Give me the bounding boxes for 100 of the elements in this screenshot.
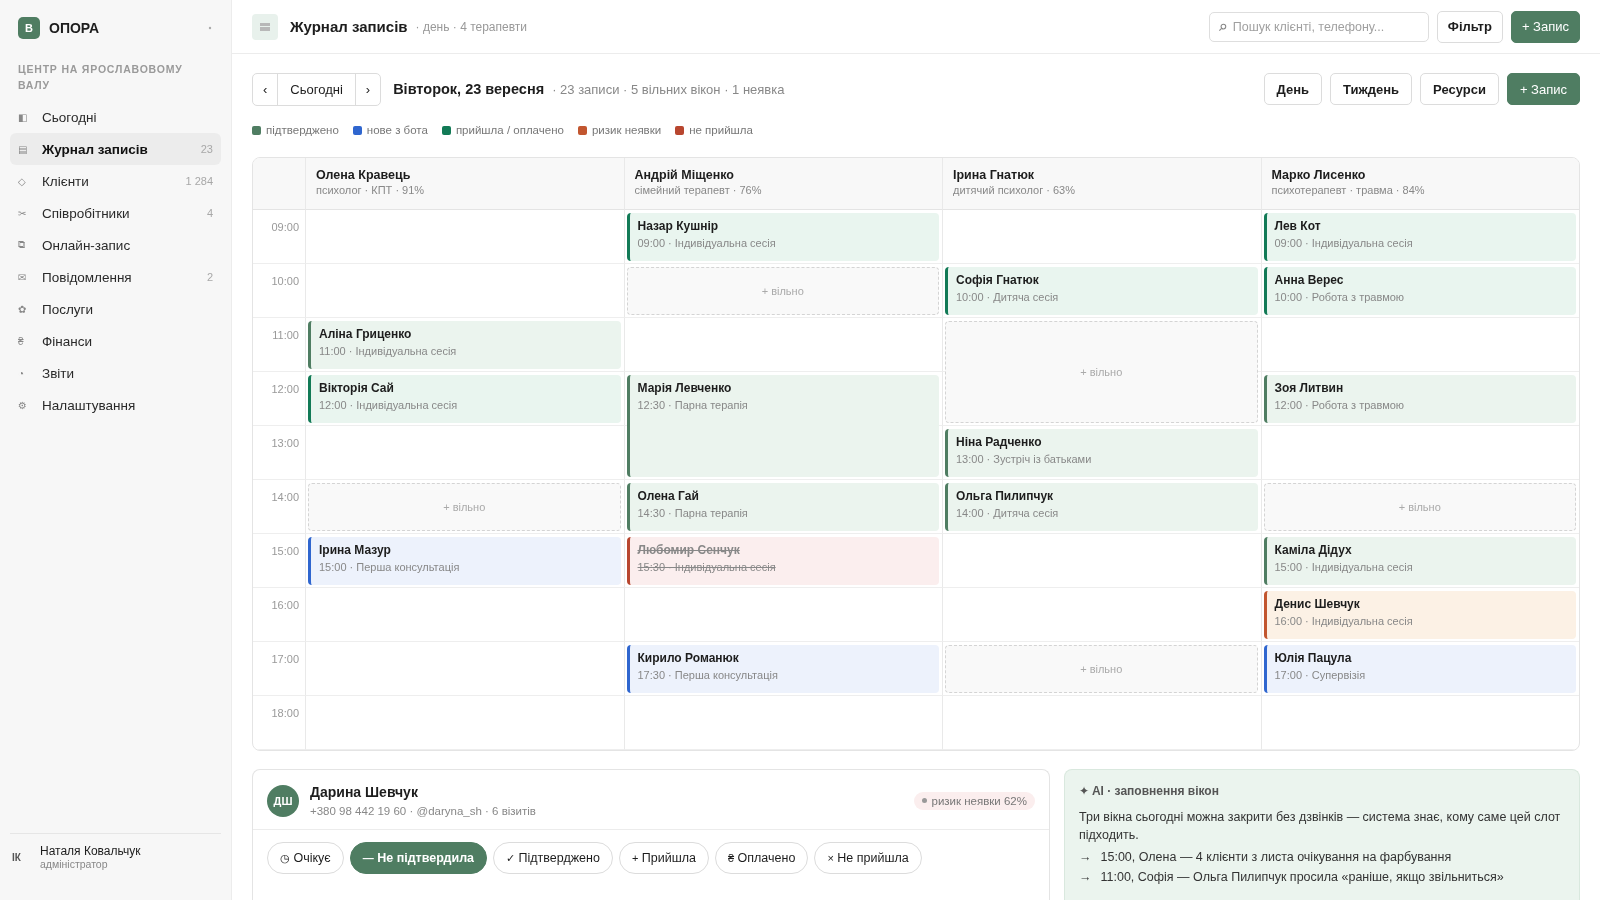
client-name: Денис Шевчук: [1274, 597, 1361, 611]
nav-label: Налаштування: [42, 397, 137, 413]
legend-label: прийшла / оплачено: [455, 124, 564, 136]
nav-label: Журнал записів: [42, 141, 149, 157]
nav-label: Онлайн-запис: [42, 237, 132, 253]
appointment-detail: 16:00 · Індивідуальна сесія: [1274, 615, 1414, 627]
sidebar-item[interactable]: ✂ Співробітники 4: [10, 197, 221, 229]
client-name: Юлія Пацула: [1274, 651, 1353, 665]
add-button[interactable]: + Запис: [1510, 10, 1580, 43]
status-button[interactable]: ◷ Очікує: [267, 842, 344, 874]
client-name: Каміла Дідух: [1274, 543, 1353, 557]
previous-button[interactable]: ‹: [253, 73, 278, 105]
legend-label: не прийшла: [689, 124, 753, 136]
appointment-card[interactable]: Анна Верес 10:00 · Робота з травмою: [1263, 267, 1576, 315]
nav-label: Клієнти: [42, 173, 90, 189]
client-name: Софія Гнатюк: [956, 273, 1040, 287]
suggestion[interactable]: → 15:00, Олена — 4 клієнти з листа очікування на фарбування: [1079, 850, 1565, 864]
journal-icon: [252, 13, 278, 40]
status-button[interactable]: ✓ Підтверджено: [493, 842, 613, 874]
client-name: Ольга Пилипчук: [956, 489, 1055, 503]
time-label: 17:00: [271, 653, 299, 665]
sidebar-item[interactable]: ◔ Звіти: [10, 357, 221, 389]
count: 23: [200, 143, 213, 155]
appointment-card[interactable]: Лев Кот 09:00 · Індивідуальна сесія: [1263, 213, 1576, 261]
logo: В: [18, 17, 40, 39]
nav-icon: ◇: [18, 175, 42, 187]
sidebar-item[interactable]: ◇ Клієнти 1 284: [10, 165, 221, 197]
badge-label: ризик неявки 62%: [931, 794, 1027, 807]
time-label: 11:00: [272, 329, 299, 341]
appointment-detail: 15:30 · Індивідуальна сесія: [637, 561, 777, 573]
appointment-detail: 11:00 · Індивідуальна сесія: [319, 345, 458, 357]
nav-label: Послуги: [42, 301, 95, 317]
panel-title: ✦ AI · заповнення вікон: [1079, 784, 1220, 798]
sidebar-item[interactable]: ₴ Фінанси: [10, 325, 221, 357]
status-button[interactable]: ₴ Оплачено: [715, 842, 809, 874]
filter-button[interactable]: Фільтр: [1436, 10, 1503, 43]
suggestion[interactable]: → 11:00, Софія — Ольга Пилипчук просила «раніше, якщо звільниться»: [1079, 870, 1565, 884]
sidebar-item[interactable]: ✿ Послуги: [10, 293, 221, 325]
status-button[interactable]: — Не підтвердила: [349, 842, 488, 874]
nav-label: Сьогодні: [42, 109, 98, 125]
nav-icon: ⧉: [18, 239, 42, 251]
view-button[interactable]: День: [1263, 73, 1323, 105]
appointment-card[interactable]: Олена Гай 14:30 · Парна терапія: [626, 483, 939, 531]
status-button[interactable]: + Прийшла: [618, 842, 709, 874]
therapist-info: дитячий психолог · 63%: [953, 184, 1076, 196]
appointment-detail: 14:30 · Парна терапія: [637, 507, 749, 519]
appointment-detail: 13:00 · Зустріч із батьками: [956, 453, 1093, 465]
appointment-card[interactable]: Вікторія Сай 12:00 · Індивідуальна сесія: [308, 375, 621, 423]
sidebar-item[interactable]: ⧉ Онлайн-запис: [10, 229, 221, 261]
sidebar-item[interactable]: ▤ Журнал записів 23: [10, 133, 221, 165]
today-button[interactable]: Сьогодні: [277, 73, 356, 105]
appointment-card[interactable]: Зоя Литвин 12:00 · Робота з травмою: [1263, 375, 1576, 423]
appointment-card[interactable]: Ніна Радченко 13:00 · Зустріч із батьками: [945, 429, 1258, 477]
client-name: Олена Гай: [637, 489, 700, 503]
appointment-card[interactable]: Назар Кушнір 09:00 · Індивідуальна сесія: [626, 213, 939, 261]
next-button[interactable]: ›: [355, 73, 381, 105]
nav-icon: ◧: [18, 111, 42, 123]
section-heading: ЦЕНТР НА ЯРОСЛАВОВОМУ ВАЛУ: [18, 62, 184, 93]
appointment-card[interactable]: Марія Левченко 12:30 · Парна терапія: [626, 375, 939, 477]
nav-label: Повідомлення: [42, 269, 133, 285]
sidebar-item[interactable]: ◧ Сьогодні: [10, 101, 221, 133]
date-title: Вівторок, 23 вересня: [393, 81, 545, 97]
client-contacts: +380 98 442 19 60 · @daryna_sh · 6 візитів: [310, 805, 536, 817]
avatar: ІК: [12, 851, 22, 863]
search-field[interactable]: Пошук клієнті, телефону...: [1208, 11, 1429, 42]
sidebar-item[interactable]: ✉ Повідомлення 2: [10, 261, 221, 293]
appointment-detail: 12:30 · Парна терапія: [637, 399, 749, 411]
view-button[interactable]: Ресурси: [1420, 73, 1499, 105]
appointment-card[interactable]: Ольга Пилипчук 14:00 · Дитяча сесія: [945, 483, 1258, 531]
client-name: Любомир Сенчук: [637, 543, 741, 557]
dot-icon: [921, 798, 927, 803]
legend-label: нове з бота: [366, 124, 428, 136]
count: 2: [206, 271, 213, 283]
appointment-card[interactable]: Аліна Гриценко 11:00 · Індивідуальна сесія: [308, 321, 621, 369]
add-button[interactable]: + Запис: [1506, 73, 1580, 105]
appointment-card[interactable]: Каміла Дідух 15:00 · Індивідуальна сесія: [1263, 537, 1576, 585]
therapist-info: сімейний терапевт · 76%: [634, 184, 763, 196]
client-name: Анна Верес: [1274, 273, 1345, 287]
nav-label: Звіти: [42, 365, 76, 381]
panel-text: Три вікна сьогодні можна закрити без дзвінків — система знає, кому саме цей слот підходить.: [1079, 809, 1562, 844]
appointment-card[interactable]: Юлія Пацула 17:00 · Супервізія: [1263, 645, 1576, 693]
nav-icon: ₴: [18, 335, 42, 347]
status-button[interactable]: × Не прийшла: [814, 842, 922, 874]
nav-icon: ✂: [18, 207, 42, 219]
client-name: Вікторія Сай: [319, 381, 395, 395]
appointment-card[interactable]: Софія Гнатюк 10:00 · Дитяча сесія: [945, 267, 1258, 315]
client-name: Назар Кушнір: [637, 219, 720, 233]
client-name: Кирило Романюк: [637, 651, 740, 665]
time-label: 15:00: [271, 545, 299, 557]
time-label: 13:00: [271, 437, 299, 449]
appointment-card[interactable]: Ірина Мазур 15:00 · Перша консультація: [308, 537, 621, 585]
view-button[interactable]: Тиждень: [1330, 73, 1413, 105]
appointment-detail: 09:00 · Індивідуальна сесія: [1274, 237, 1414, 249]
page-title: Журнал записів: [290, 18, 408, 35]
user-name: Наталя Ковальчук: [40, 844, 141, 858]
appointment-card[interactable]: Кирило Романюк 17:30 · Перша консультація: [626, 645, 939, 693]
appointment-card[interactable]: Денис Шевчук 16:00 · Індивідуальна сесія: [1263, 591, 1576, 639]
count: 4: [206, 207, 213, 219]
legend-label: підтверджено: [266, 124, 339, 136]
sidebar-item[interactable]: ⚙ Налаштування: [10, 389, 221, 421]
